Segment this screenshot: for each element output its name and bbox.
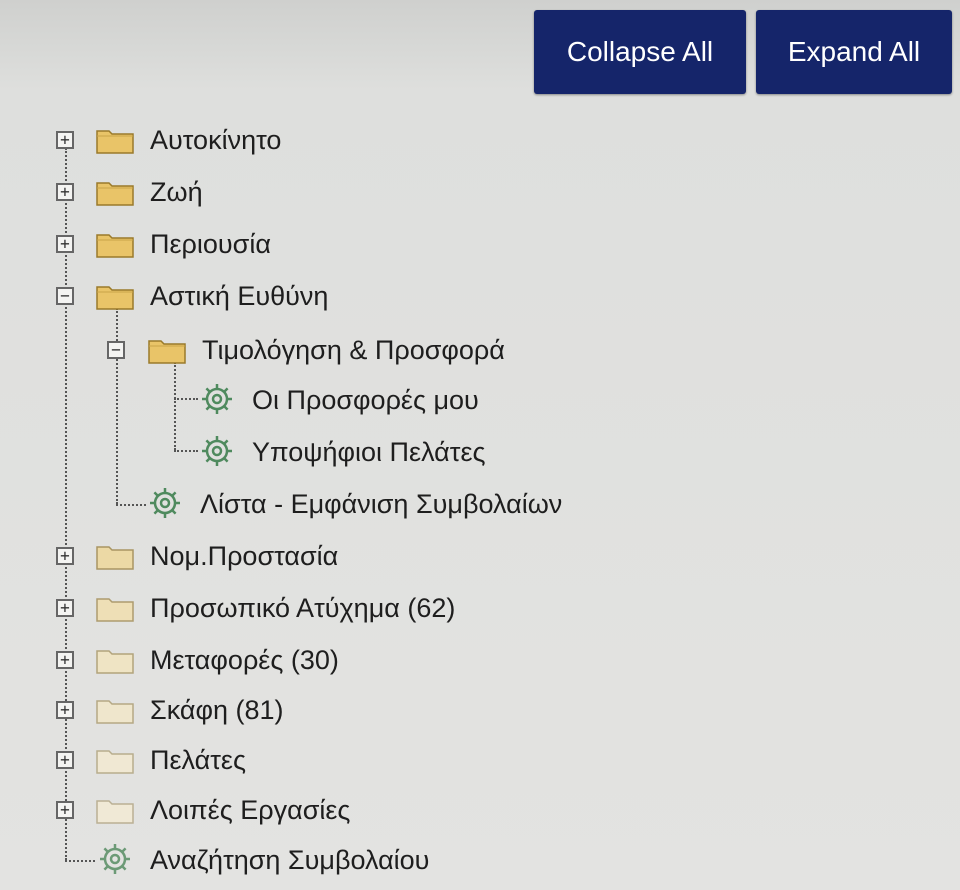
tree-item-label[interactable]: Σκάφη (81) — [150, 692, 284, 728]
tree-item-zoi: + Ζωή — [0, 172, 960, 212]
expand-toggle-icon[interactable]: + — [56, 599, 74, 617]
tree-item-pelates: + Πελάτες — [0, 740, 960, 780]
tree-item-skafi: + Σκάφη (81) — [0, 690, 960, 730]
tree-item-label[interactable]: Ζωή — [150, 174, 203, 210]
gear-icon — [202, 436, 232, 466]
tree-item-label[interactable]: Οι Προσφορές μου — [252, 382, 479, 418]
tree-item-label[interactable]: Πελάτες — [150, 742, 246, 778]
tree-item-label[interactable]: Νομ.Προστασία — [150, 538, 338, 574]
gear-icon — [202, 384, 232, 414]
tree-item-prosopiko-atyxima: + Προσωπικό Ατύχημα (62) — [0, 588, 960, 628]
tree-item-label[interactable]: Αστική Ευθύνη — [150, 278, 328, 314]
gear-icon — [100, 844, 130, 874]
folder-icon — [96, 700, 134, 724]
expand-toggle-icon[interactable]: + — [56, 801, 74, 819]
tree-item-timologisi-prosfora: − Τιμολόγηση & Προσφορά — [0, 330, 960, 370]
folder-icon — [96, 546, 134, 570]
expand-toggle-icon[interactable]: + — [56, 751, 74, 769]
tree-item-label[interactable]: Τιμολόγηση & Προσφορά — [202, 332, 505, 368]
folder-icon — [96, 598, 134, 622]
expand-toggle-icon[interactable]: + — [56, 235, 74, 253]
tree-item-astiki-efthyni: − Αστική Ευθύνη — [0, 276, 960, 316]
tree-item-nom-prostasia: + Νομ.Προστασία — [0, 536, 960, 576]
tree-view: + Αυτοκίνητο + Ζωή + Περιουσία − Αστική … — [0, 0, 960, 890]
gear-icon — [150, 488, 180, 518]
folder-icon — [96, 286, 134, 310]
expand-toggle-icon[interactable]: + — [56, 131, 74, 149]
folder-icon — [96, 750, 134, 774]
folder-icon — [96, 650, 134, 674]
folder-icon — [96, 182, 134, 206]
tree-panel: Collapse All Expand All + Αυτοκίνητο + Ζ… — [0, 0, 960, 890]
tree-item-periousia: + Περιουσία — [0, 224, 960, 264]
folder-icon — [96, 130, 134, 154]
folder-icon — [96, 800, 134, 824]
tree-item-label[interactable]: Υποψήφιοι Πελάτες — [252, 434, 486, 470]
tree-item-label[interactable]: Περιουσία — [150, 226, 271, 262]
tree-item-label[interactable]: Λίστα - Εμφάνιση Συμβολαίων — [200, 486, 562, 522]
collapse-toggle-icon[interactable]: − — [56, 287, 74, 305]
tree-item-label[interactable]: Λοιπές Εργασίες — [150, 792, 350, 828]
collapse-toggle-icon[interactable]: − — [107, 341, 125, 359]
tree-item-oi-prosfores-mou: Οι Προσφορές μου — [0, 380, 960, 420]
folder-icon — [96, 234, 134, 258]
tree-item-label[interactable]: Αναζήτηση Συμβολαίου — [150, 842, 429, 878]
tree-item-autokinito: + Αυτοκίνητο — [0, 120, 960, 160]
tree-item-metafores: + Μεταφορές (30) — [0, 640, 960, 680]
expand-toggle-icon[interactable]: + — [56, 651, 74, 669]
expand-toggle-icon[interactable]: + — [56, 547, 74, 565]
expand-toggle-icon[interactable]: + — [56, 701, 74, 719]
tree-item-ypopsifioi-pelates: Υποψήφιοι Πελάτες — [0, 432, 960, 472]
folder-icon — [148, 340, 186, 364]
tree-item-label[interactable]: Αυτοκίνητο — [150, 122, 281, 158]
tree-item-label[interactable]: Προσωπικό Ατύχημα (62) — [150, 590, 455, 626]
tree-item-label[interactable]: Μεταφορές (30) — [150, 642, 339, 678]
tree-item-lista-emfanisi: Λίστα - Εμφάνιση Συμβολαίων — [0, 484, 960, 524]
expand-toggle-icon[interactable]: + — [56, 183, 74, 201]
tree-item-loipes-ergasies: + Λοιπές Εργασίες — [0, 790, 960, 830]
tree-item-anazitisi-symvolaiou: Αναζήτηση Συμβολαίου — [0, 840, 960, 880]
